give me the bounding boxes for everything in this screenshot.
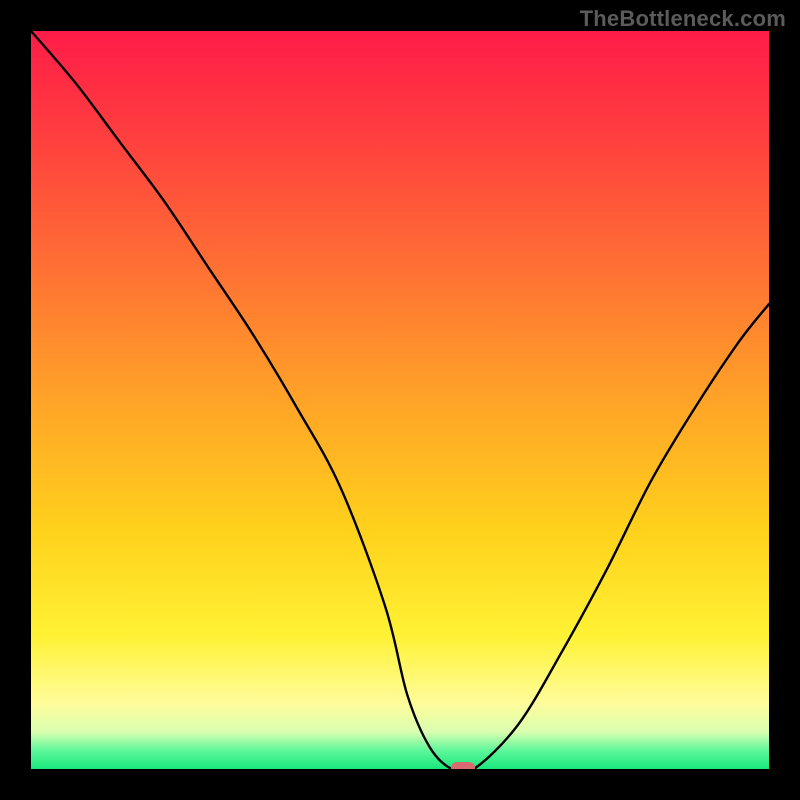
chart-frame: TheBottleneck.com [0,0,800,800]
bottleneck-marker [451,762,475,769]
curve-svg [31,31,769,769]
plot-area [31,31,769,769]
curve-path [31,31,769,769]
watermark-text: TheBottleneck.com [580,6,786,32]
